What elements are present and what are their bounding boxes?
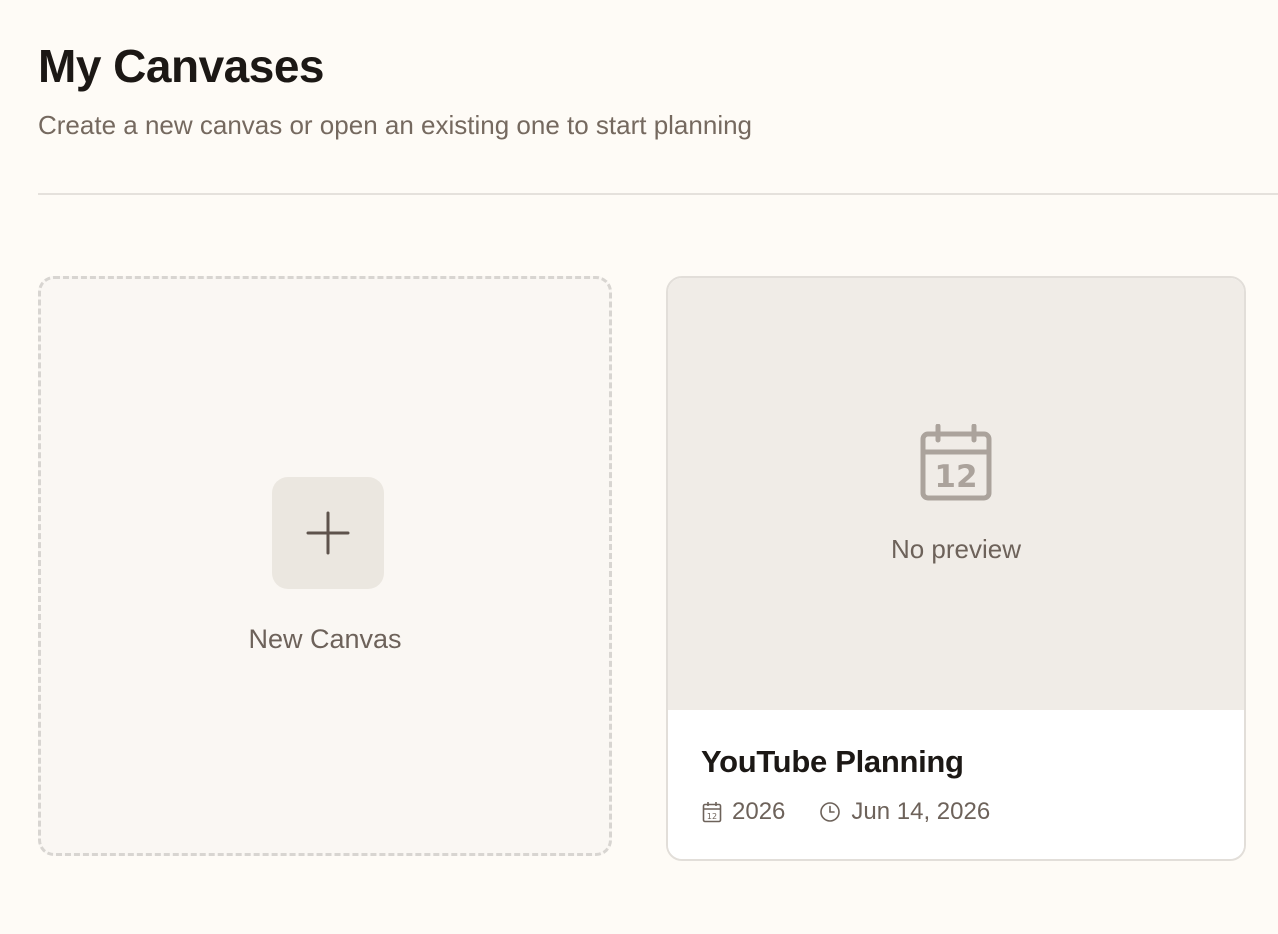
clock-icon [820,802,841,822]
canvas-updated: Jun 14, 2026 [819,798,990,826]
svg-text:12: 12 [707,812,717,821]
canvas-year-text: 2026 [732,798,786,825]
plus-icon [306,511,350,555]
canvas-year: 12 2026 [702,798,785,826]
canvas-card-body: YouTube Planning 12 2026 Jun 14, 2026 [668,710,1244,859]
new-canvas-button[interactable]: New Canvas [38,276,612,856]
calendar-icon: 12 [920,424,992,501]
plus-icon-box [272,477,384,589]
header-divider [38,193,1278,195]
canvas-title: YouTube Planning [701,744,964,779]
calendar-icon-number: 12 [934,459,977,495]
page-header: My Canvases Create a new canvas or open … [38,38,1278,142]
new-canvas-label: New Canvas [248,624,402,654]
no-preview-label: No preview [890,534,1022,564]
canvas-preview: 12 No preview [668,278,1244,710]
canvas-updated-text: Jun 14, 2026 [851,798,991,825]
page-title: My Canvases [38,40,325,92]
calendar-small-icon: 12 [702,802,722,823]
page-subtitle: Create a new canvas or open an existing … [38,110,753,140]
canvas-meta: 12 2026 Jun 14, 2026 [702,798,990,826]
canvas-card-youtube-planning[interactable]: 12 No preview YouTube Planning 12 2026 J… [666,276,1246,861]
